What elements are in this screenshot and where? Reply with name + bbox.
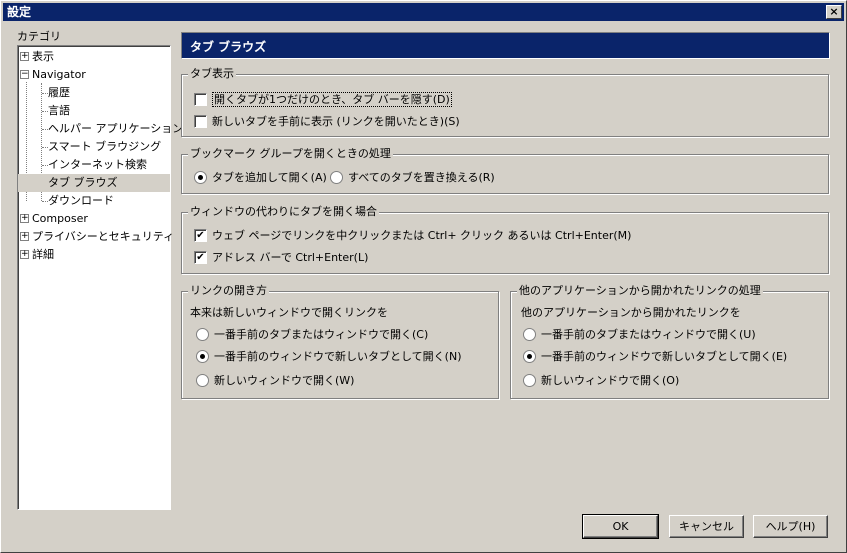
radio-dot[interactable] xyxy=(523,373,536,387)
tab-display-group: タブ表示 開くタブが1つだけのとき、タブ バーを隠す(D) 新しいタブを手前に表… xyxy=(181,67,829,137)
panel-header: タブ ブラウズ xyxy=(181,32,830,59)
checkbox-check-icon[interactable]: ✔ xyxy=(194,228,207,242)
group-legend: ブックマーク グループを開くときの処理 xyxy=(188,147,393,161)
tree-item-download[interactable]: ダウンロード xyxy=(48,192,114,210)
hide-tabbar-checkbox[interactable]: 開くタブが1つだけのとき、タブ バーを隠す(D) xyxy=(194,91,452,109)
close-button[interactable]: × xyxy=(826,5,842,19)
tree-item-label: スマート ブラウジング xyxy=(48,140,162,153)
panel-title: タブ ブラウズ xyxy=(190,40,267,54)
checkbox-box[interactable] xyxy=(194,114,207,128)
radio-label: 一番手前のウィンドウで新しいタブとして開く(E) xyxy=(541,350,788,363)
tree-item-label: 表示 xyxy=(32,50,54,63)
radio-dot[interactable] xyxy=(523,327,536,341)
help-button[interactable]: ヘルプ(H) xyxy=(753,515,828,538)
tree-item-language[interactable]: 言語 xyxy=(48,102,70,120)
window-title: 設定 xyxy=(7,5,32,19)
tree-item-label: ダウンロード xyxy=(48,194,114,207)
tree-item-label: Composer xyxy=(32,212,88,225)
external-current-tab-radio[interactable]: 一番手前のタブまたはウィンドウで開く(U) xyxy=(523,326,756,344)
expand-icon[interactable]: + xyxy=(20,249,29,259)
tree-item-tabbed-browsing[interactable]: タブ ブラウズ xyxy=(18,174,170,192)
group-legend: タブ表示 xyxy=(188,67,236,81)
tree-item-label: ヘルパー アプリケーション xyxy=(48,122,184,135)
replace-tabs-radio[interactable]: すべてのタブを置き換える(R) xyxy=(330,169,495,187)
foreground-tab-checkbox[interactable]: 新しいタブを手前に表示 (リンクを開いたとき)(S) xyxy=(194,113,460,131)
checkbox-box[interactable] xyxy=(194,92,207,106)
radio-label: タブを追加して開く(A) xyxy=(212,171,327,184)
tree-item-history[interactable]: 履歴 xyxy=(48,84,70,102)
tree-item-label: 詳細 xyxy=(32,248,54,261)
tree-item-advanced[interactable]: + 詳細 xyxy=(20,246,54,264)
link-new-window-radio[interactable]: 新しいウィンドウで開く(W) xyxy=(196,372,354,390)
cancel-button[interactable]: キャンセル xyxy=(669,515,744,538)
external-new-tab-radio[interactable]: 一番手前のウィンドウで新しいタブとして開く(E) xyxy=(523,348,787,366)
collapse-icon[interactable]: − xyxy=(20,69,29,79)
tree-item-smart-browsing[interactable]: スマート ブラウジング xyxy=(48,138,161,156)
link-new-tab-radio[interactable]: 一番手前のウィンドウで新しいタブとして開く(N) xyxy=(196,348,461,366)
radio-label: 一番手前のタブまたはウィンドウで開く(C) xyxy=(214,328,429,341)
group-legend: リンクの開き方 xyxy=(188,284,269,298)
tree-item-label: インターネット検索 xyxy=(48,158,147,171)
category-label: カテゴリ xyxy=(17,30,61,43)
link-open-group: リンクの開き方 本来は新しいウィンドウで開くリンクを 一番手前のタブまたはウィン… xyxy=(181,284,499,399)
ok-button[interactable]: OK xyxy=(582,514,659,539)
radio-dot[interactable] xyxy=(196,349,209,363)
radio-dot[interactable] xyxy=(196,373,209,387)
tree-item-display[interactable]: + 表示 xyxy=(20,48,54,66)
title-bar: 設定 × xyxy=(3,3,844,21)
group-subtitle: 本来は新しいウィンドウで開くリンクを xyxy=(190,306,388,319)
checkbox-label: ウェブ ページでリンクを中クリックまたは Ctrl+ クリック あるいは Ctr… xyxy=(212,229,632,242)
radio-label: すべてのタブを置き換える(R) xyxy=(348,171,495,184)
radio-label: 新しいウィンドウで開く(O) xyxy=(541,374,680,387)
radio-label: 一番手前のウィンドウで新しいタブとして開く(N) xyxy=(214,350,462,363)
tree-item-label: 履歴 xyxy=(48,86,70,99)
link-current-tab-radio[interactable]: 一番手前のタブまたはウィンドウで開く(C) xyxy=(196,326,428,344)
checkbox-label: アドレス バーで Ctrl+Enter(L) xyxy=(212,251,369,264)
middle-click-tab-checkbox[interactable]: ✔ ウェブ ページでリンクを中クリックまたは Ctrl+ クリック あるいは Ct… xyxy=(194,227,631,245)
tree-item-label: Navigator xyxy=(32,68,86,81)
radio-dot[interactable] xyxy=(196,327,209,341)
expand-icon[interactable]: + xyxy=(20,231,29,241)
radio-dot[interactable] xyxy=(194,170,207,184)
settings-window: 設定 × カテゴリ + 表示 − Navigator 履歴 言語 ヘルパー アプリケ… xyxy=(0,0,847,553)
group-legend: 他のアプリケーションから開かれたリンクの処理 xyxy=(517,284,763,298)
group-legend: ウィンドウの代わりにタブを開く場合 xyxy=(188,205,379,219)
tree-item-label: プライバシーとセキュリティ xyxy=(32,230,175,243)
category-tree[interactable]: + 表示 − Navigator 履歴 言語 ヘルパー アプリケーション スマート … xyxy=(17,45,183,510)
checkbox-check-icon[interactable]: ✔ xyxy=(194,250,207,264)
checkbox-label: 新しいタブを手前に表示 (リンクを開いたとき)(S) xyxy=(212,115,460,128)
checkbox-label: 開くタブが1つだけのとき、タブ バーを隠す(D) xyxy=(212,92,452,107)
radio-dot[interactable] xyxy=(330,170,343,184)
bookmark-group-group: ブックマーク グループを開くときの処理 タブを追加して開く(A) すべてのタブを… xyxy=(181,147,829,194)
group-subtitle: 他のアプリケーションから開かれたリンクを xyxy=(521,306,741,319)
tree-item-helper-apps[interactable]: ヘルパー アプリケーション xyxy=(48,120,183,138)
urlbar-ctrl-enter-checkbox[interactable]: ✔ アドレス バーで Ctrl+Enter(L) xyxy=(194,249,368,267)
tree-item-internet-search[interactable]: インターネット検索 xyxy=(48,156,147,174)
tree-item-composer[interactable]: + Composer xyxy=(20,210,88,228)
tree-item-label: タブ ブラウズ xyxy=(48,176,118,189)
radio-dot[interactable] xyxy=(523,349,536,363)
open-in-tab-group: ウィンドウの代わりにタブを開く場合 ✔ ウェブ ページでリンクを中クリックまたは … xyxy=(181,205,829,274)
radio-label: 一番手前のタブまたはウィンドウで開く(U) xyxy=(541,328,756,341)
radio-label: 新しいウィンドウで開く(W) xyxy=(214,374,355,387)
append-tabs-radio[interactable]: タブを追加して開く(A) xyxy=(194,169,327,187)
external-new-window-radio[interactable]: 新しいウィンドウで開く(O) xyxy=(523,372,679,390)
tree-item-navigator[interactable]: − Navigator xyxy=(20,66,86,84)
tree-item-privacy-security[interactable]: + プライバシーとセキュリティ xyxy=(20,228,174,246)
expand-icon[interactable]: + xyxy=(20,51,29,61)
tree-item-label: 言語 xyxy=(48,104,70,117)
external-link-group: 他のアプリケーションから開かれたリンクの処理 他のアプリケーションから開かれたリ… xyxy=(510,284,829,399)
expand-icon[interactable]: + xyxy=(20,213,29,223)
